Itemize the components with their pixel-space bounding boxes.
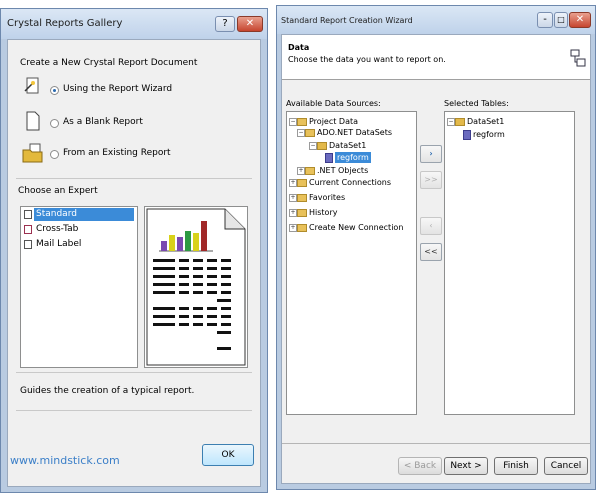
cross-tab-icon [24,225,32,234]
expand-icon[interactable]: + [289,194,297,202]
expert-item-standard[interactable]: Standard [22,208,136,221]
mail-label-icon [24,240,32,249]
standard-report-preview-icon [146,208,246,366]
expert-cross-tab-label: Cross-Tab [36,224,79,234]
cancel-button[interactable]: Cancel [544,457,588,475]
option-blank-report-label: As a Blank Report [63,117,143,127]
option-existing-report-label: From an Existing Report [63,148,171,158]
standard-icon [24,210,32,219]
existing-report-folder-icon [22,143,44,163]
tree-label: History [309,208,338,217]
remove-table-button[interactable]: ‹ [420,217,442,235]
watermark: www.mindstick.com [10,454,120,467]
create-section-label: Create a New Crystal Report Document [20,58,198,68]
tree-label: DataSet1 [329,141,367,150]
header-title: Data [288,43,310,52]
crystal-reports-gallery-window: Crystal Reports Gallery ? ✕ Create a New… [0,8,268,493]
table-icon [325,153,333,163]
expert-description: Guides the creation of a typical report. [20,386,195,396]
tree-label: .NET Objects [317,166,369,175]
gallery-help-button[interactable]: ? [215,16,235,32]
expert-section-label: Choose an Expert [18,186,98,196]
expand-icon[interactable]: + [289,179,297,187]
expert-standard-label: Standard [34,208,134,221]
header-subtitle: Choose the data you want to report on. [288,55,446,64]
selected-tables-tree[interactable]: − DataSet1 regform [444,111,575,415]
add-table-button[interactable]: › [420,145,442,163]
radio-existing-report[interactable] [50,150,59,159]
expert-item-mail-label[interactable]: Mail Label [22,238,136,251]
folder-icon [305,167,315,175]
gallery-title: Crystal Reports Gallery [7,18,123,29]
standard-report-creation-wizard-window: Standard Report Creation Wizard - □ ✕ Da… [276,5,596,490]
dataset-icon [455,118,465,126]
radio-blank-report[interactable] [50,119,59,128]
divider [16,410,252,411]
wizard-close-button[interactable]: ✕ [569,12,591,28]
tree-label: Project Data [309,117,359,126]
collapse-icon[interactable]: − [297,129,305,137]
report-wizard-icon [24,76,42,96]
selected-tables-label: Selected Tables: [444,99,509,108]
folder-icon [297,118,307,126]
tree-label: Favorites [309,193,346,202]
expand-icon[interactable]: + [289,209,297,217]
expert-mail-label-label: Mail Label [36,239,82,249]
next-button[interactable]: Next > [444,457,488,475]
tree-label: regform [473,130,505,139]
ok-button[interactable]: OK [202,444,254,466]
tree-label: ADO.NET DataSets [317,128,393,137]
wizard-minimize-button[interactable]: - [537,12,553,28]
collapse-icon[interactable]: − [309,142,317,150]
remove-all-tables-button[interactable]: << [420,243,442,261]
gallery-client-area: Create a New Crystal Report Document Usi… [7,39,261,487]
dataset-icon [317,142,327,150]
folder-icon [297,194,307,202]
data-tables-icon [570,49,586,67]
wizard-maximize-button[interactable]: □ [554,12,568,28]
wizard-client-area: Data Choose the data you want to report … [281,34,591,484]
gallery-close-button[interactable]: ✕ [237,16,263,32]
back-button[interactable]: < Back [398,457,442,475]
radio-report-wizard[interactable] [50,86,59,95]
expand-icon[interactable]: + [297,167,305,175]
divider [16,372,252,373]
option-report-wizard-label: Using the Report Wizard [63,84,173,94]
expert-list[interactable]: Standard Cross-Tab Mail Label [20,206,138,368]
tree-label: regform [335,152,371,163]
add-all-tables-button[interactable]: >> [420,171,442,189]
expert-item-cross-tab[interactable]: Cross-Tab [22,223,136,236]
wizard-title: Standard Report Creation Wizard [281,16,413,25]
tree-label: DataSet1 [467,117,505,126]
footer-divider [282,443,590,444]
expand-icon[interactable]: + [289,224,297,232]
available-sources-tree[interactable]: − Project Data − ADO.NET DataSets − Data… [286,111,417,415]
collapse-icon[interactable]: − [447,118,455,126]
tree-label: Create New Connection [309,223,404,232]
divider [16,178,252,179]
folder-icon [305,129,315,137]
collapse-icon[interactable]: − [289,118,297,126]
expert-preview-pane [144,206,248,368]
folder-icon [297,179,307,187]
folder-icon [297,209,307,217]
finish-button[interactable]: Finish [494,457,538,475]
tree-label: Current Connections [309,178,392,187]
blank-report-icon [26,111,40,131]
folder-icon [297,224,307,232]
table-icon [463,130,471,140]
header-divider [282,79,590,80]
available-sources-label: Available Data Sources: [286,99,381,108]
